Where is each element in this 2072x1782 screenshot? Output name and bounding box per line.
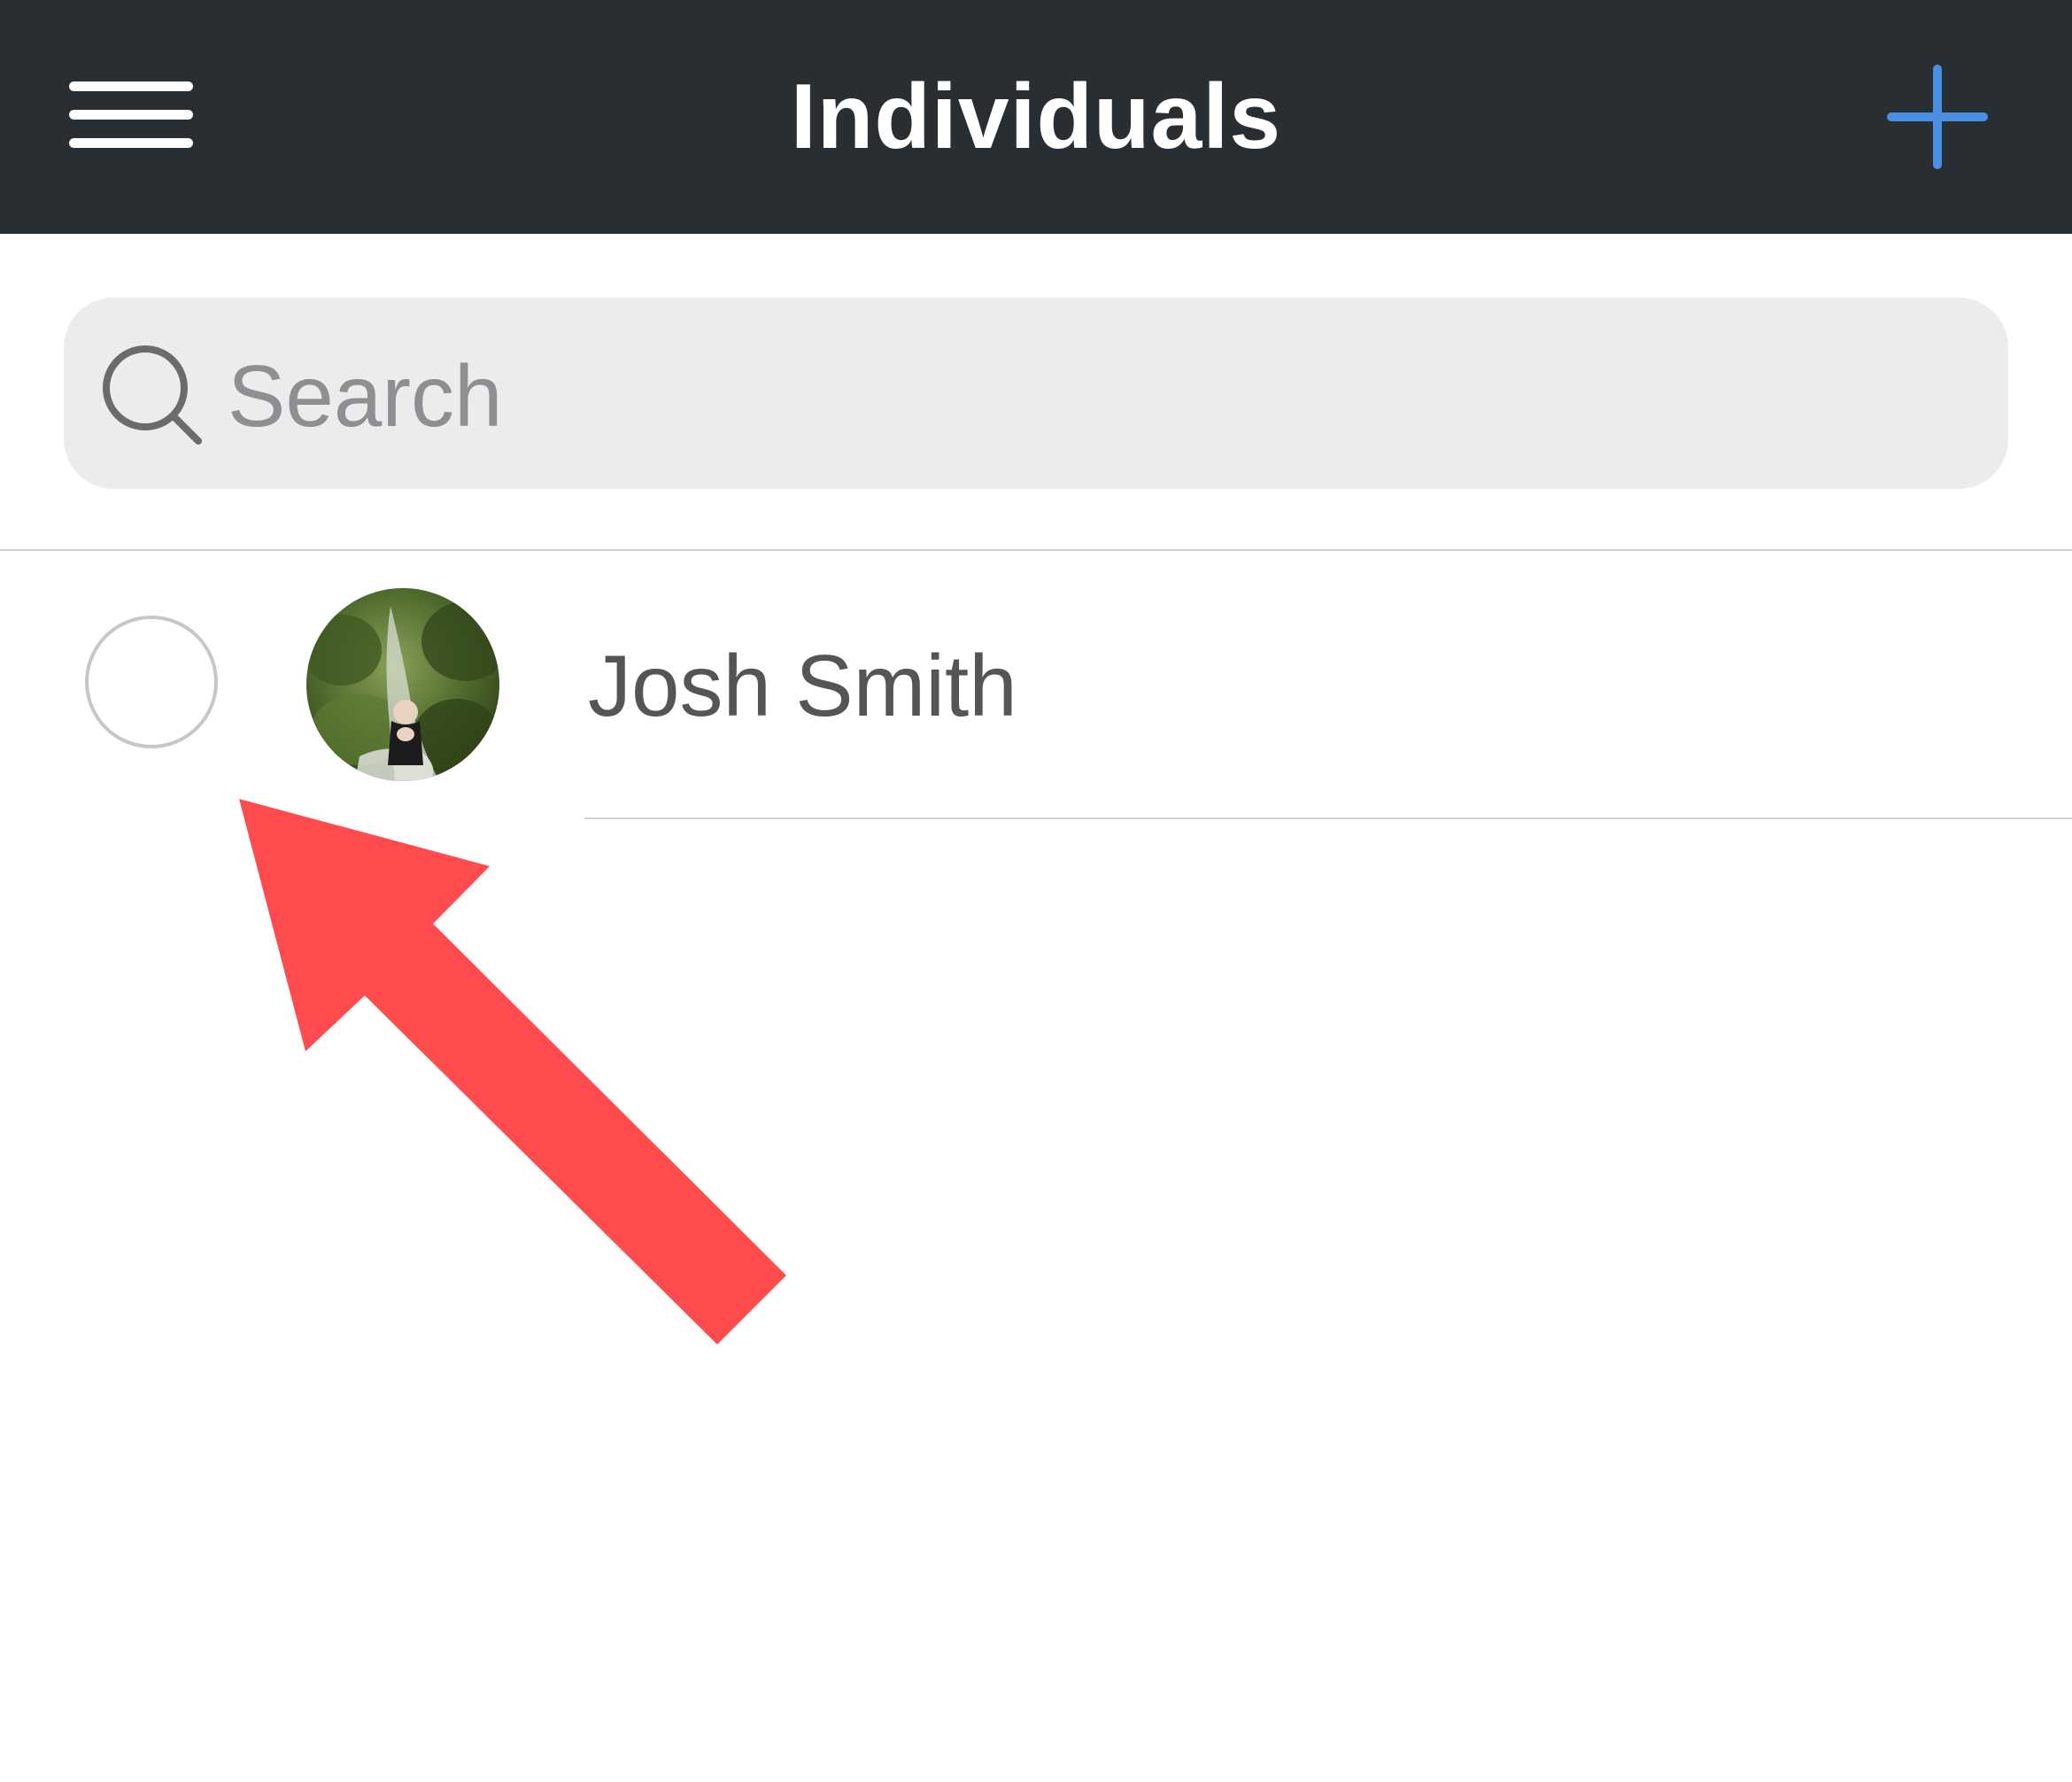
- list-item[interactable]: Josh Smith: [0, 551, 2072, 821]
- plus-icon: [1887, 65, 1988, 169]
- navigation-bar: Individuals: [0, 0, 2072, 234]
- select-circle[interactable]: [85, 616, 218, 748]
- arrow-icon: [239, 799, 786, 1344]
- page-title: Individuals: [790, 66, 1282, 168]
- row-divider: [584, 817, 2072, 819]
- contact-name: Josh Smith: [588, 637, 1017, 734]
- annotation-arrow: [239, 799, 786, 1344]
- hamburger-menu-icon-line: [69, 110, 193, 120]
- avatar-photo: [306, 588, 499, 781]
- add-button[interactable]: [1884, 64, 1991, 170]
- hamburger-menu-icon: [69, 81, 193, 91]
- search-icon: [103, 345, 202, 445]
- avatar: [306, 588, 499, 781]
- search-placeholder: Search: [228, 347, 503, 445]
- hamburger-menu-icon-line: [69, 138, 193, 148]
- search-input[interactable]: Search: [64, 298, 2008, 489]
- menu-button[interactable]: [58, 73, 193, 165]
